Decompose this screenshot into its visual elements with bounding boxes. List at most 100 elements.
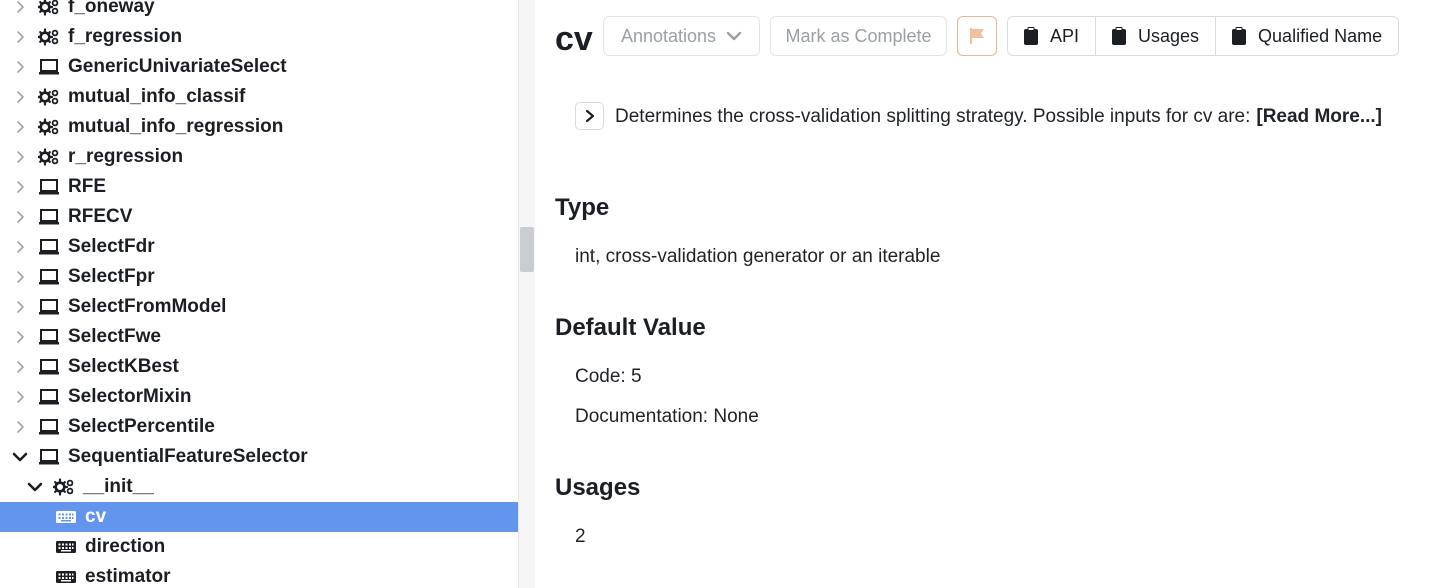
keyboard-icon: [55, 507, 77, 527]
tree-item-label: RFECV: [68, 206, 133, 227]
laptop-icon: [38, 387, 60, 407]
tree-item[interactable]: direction: [0, 532, 518, 562]
usages-button-label: Usages: [1138, 25, 1200, 46]
tree-item-label: direction: [85, 536, 166, 557]
type-heading: Type: [555, 194, 610, 221]
copy-button-group: API Usages Qualified Name: [1007, 16, 1400, 56]
tree-item[interactable]: SelectFdr: [0, 232, 518, 262]
read-more-link[interactable]: [Read More...]: [1256, 106, 1382, 127]
expand-description-button[interactable]: [575, 102, 604, 130]
tree-item-label: r_regression: [68, 146, 184, 167]
chevron-down-icon[interactable]: [25, 477, 45, 497]
module-tree: f_oneway f_regression GenericUnivariateSel…: [0, 0, 518, 588]
laptop-icon: [38, 357, 60, 377]
laptop-icon: [38, 447, 60, 467]
default-documentation-value: Documentation: None: [575, 406, 759, 427]
laptop-icon: [38, 327, 60, 347]
tree-item-label: SelectPercentile: [68, 416, 215, 437]
tree-item[interactable]: f_regression: [0, 22, 518, 52]
tree-item[interactable]: __init__: [0, 472, 518, 502]
mark-complete-button[interactable]: Mark as Complete: [770, 16, 947, 56]
usages-count: 2: [575, 526, 586, 547]
chevron-right-icon[interactable]: [10, 177, 30, 197]
tree-item-label: f_oneway: [68, 0, 155, 17]
tree-item-label: SelectFromModel: [68, 296, 227, 317]
keyboard-icon: [55, 537, 77, 557]
chevron-right-icon[interactable]: [10, 117, 30, 137]
chevron-right-icon[interactable]: [10, 207, 30, 227]
chevron-right-icon[interactable]: [10, 387, 30, 407]
chevron-right-icon[interactable]: [10, 267, 30, 287]
tree-item[interactable]: cv: [0, 502, 518, 532]
chevron-right-icon[interactable]: [10, 237, 30, 257]
type-value: int, cross-validation generator or an it…: [575, 246, 941, 267]
tree-item[interactable]: SelectPercentile: [0, 412, 518, 442]
chevron-right-icon[interactable]: [10, 147, 30, 167]
laptop-icon: [38, 417, 60, 437]
keyboard-icon: [55, 567, 77, 587]
chevron-right-icon[interactable]: [10, 27, 30, 47]
tree-item[interactable]: r_regression: [0, 142, 518, 172]
tree-item-label: SequentialFeatureSelector: [68, 446, 308, 467]
tree-item[interactable]: RFE: [0, 172, 518, 202]
tree-item[interactable]: SelectFwe: [0, 322, 518, 352]
copy-usages-button[interactable]: Usages: [1096, 17, 1217, 55]
tree-item[interactable]: mutual_info_classif: [0, 82, 518, 112]
copy-qualified-name-button[interactable]: Qualified Name: [1216, 17, 1398, 55]
tree-item[interactable]: SelectKBest: [0, 352, 518, 382]
tree-item-label: cv: [85, 506, 107, 527]
scrollbar-thumb[interactable]: [520, 227, 534, 272]
annotations-label: Annotations: [620, 25, 717, 46]
tree-scrollbar[interactable]: [518, 0, 535, 588]
copy-api-button[interactable]: API: [1008, 17, 1097, 55]
tree-item-label: mutual_info_regression: [68, 116, 284, 137]
tree-item[interactable]: f_oneway: [0, 0, 518, 22]
flag-icon: [968, 27, 986, 45]
tree-item[interactable]: SequentialFeatureSelector: [0, 442, 518, 472]
gears-icon: [38, 117, 60, 137]
tree-item[interactable]: mutual_info_regression: [0, 112, 518, 142]
laptop-icon: [38, 297, 60, 317]
tree-item-label: SelectKBest: [68, 356, 179, 377]
chevron-right-icon: [585, 109, 595, 123]
tree-item-label: SelectFdr: [68, 236, 155, 257]
chevron-right-icon[interactable]: [10, 0, 30, 17]
tree-item[interactable]: GenericUnivariateSelect: [0, 52, 518, 82]
tree-item[interactable]: estimator: [0, 562, 518, 588]
chevron-right-icon[interactable]: [10, 57, 30, 77]
annotations-dropdown[interactable]: Annotations: [603, 16, 760, 56]
tree-item[interactable]: SelectFromModel: [0, 292, 518, 322]
gears-icon: [38, 0, 60, 17]
chevron-right-icon[interactable]: [10, 297, 30, 317]
tree-item-label: GenericUnivariateSelect: [68, 56, 287, 77]
flag-button[interactable]: [957, 16, 997, 56]
laptop-icon: [38, 177, 60, 197]
tree-item[interactable]: SelectorMixin: [0, 382, 518, 412]
chevron-down-icon[interactable]: [10, 447, 30, 467]
chevron-right-icon[interactable]: [10, 417, 30, 437]
tree-item[interactable]: RFECV: [0, 202, 518, 232]
tree-item-label: __init__: [83, 476, 154, 497]
chevron-right-icon[interactable]: [10, 357, 30, 377]
description-text: Determines the cross-validation splittin…: [615, 106, 1251, 127]
clipboard-icon: [1232, 27, 1247, 45]
description: Determines the cross-validation splittin…: [615, 106, 1382, 128]
qualified-name-label: Qualified Name: [1258, 25, 1383, 46]
tree-item-label: SelectorMixin: [68, 386, 192, 407]
chevron-right-icon[interactable]: [10, 327, 30, 347]
default-value-heading: Default Value: [555, 314, 706, 341]
laptop-icon: [38, 237, 60, 257]
clipboard-icon: [1112, 27, 1127, 45]
chevron-right-icon[interactable]: [10, 87, 30, 107]
tree-item-label: SelectFpr: [68, 266, 155, 287]
laptop-icon: [38, 207, 60, 227]
gears-icon: [38, 27, 60, 47]
detail-panel: cv Annotations Mark as Complete API Usag…: [535, 0, 1452, 588]
page-title: cv: [555, 20, 593, 58]
tree-item[interactable]: SelectFpr: [0, 262, 518, 292]
gears-icon: [38, 87, 60, 107]
chevron-down-icon: [726, 30, 742, 42]
mark-complete-label: Mark as Complete: [785, 25, 932, 46]
gears-icon: [53, 477, 75, 497]
app-window: f_oneway f_regression GenericUnivariateSel…: [0, 0, 1452, 588]
